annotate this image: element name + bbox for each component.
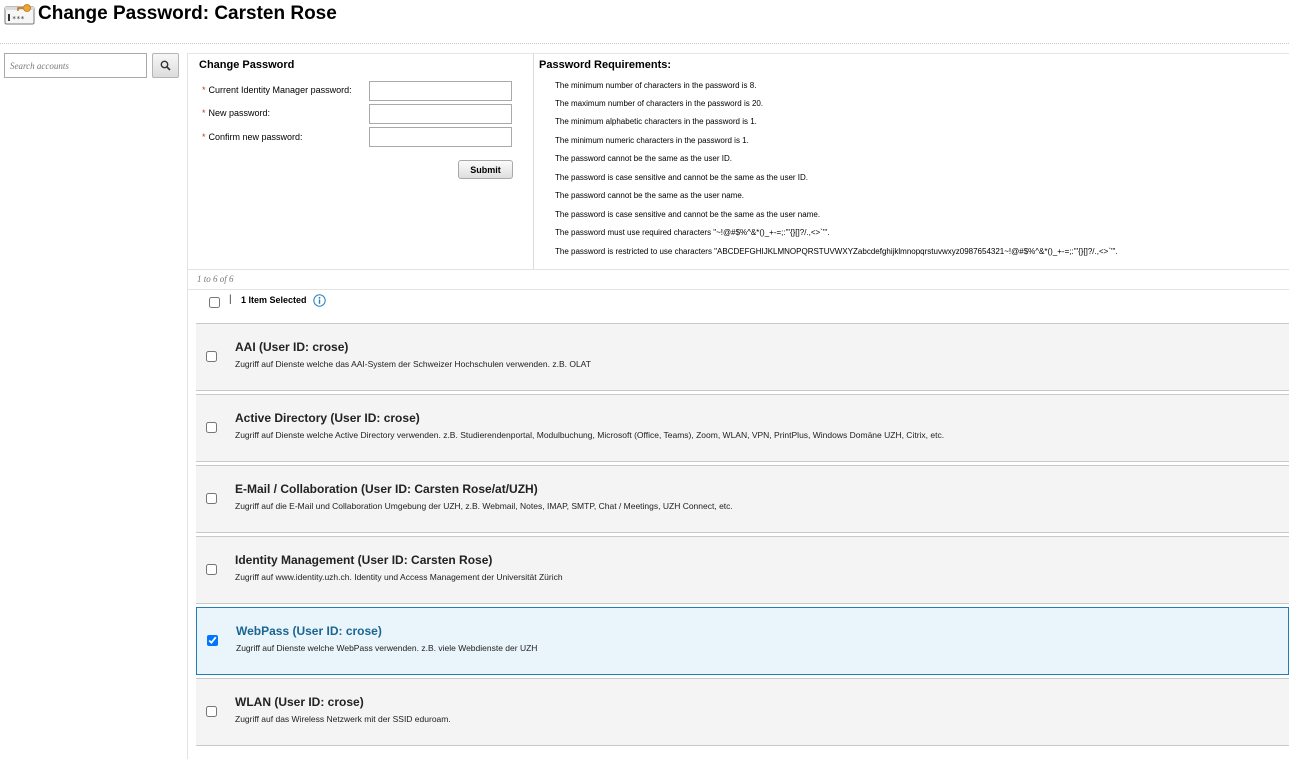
account-title: Active Directory (User ID: crose) <box>235 411 420 425</box>
account-card-wlan[interactable]: WLAN (User ID: crose) Zugriff auf das Wi… <box>196 678 1289 746</box>
magnifier-icon <box>160 60 171 71</box>
account-title: WebPass (User ID: crose) <box>236 624 382 638</box>
select-all-checkbox[interactable] <box>209 297 220 308</box>
requirement-item: The password must use required character… <box>555 228 830 237</box>
account-description: Zugriff auf Dienste welche WebPass verwe… <box>236 643 538 653</box>
new-password-label: * New password: <box>202 108 271 118</box>
account-description: Zugriff auf die E-Mail und Collaboration… <box>235 501 733 511</box>
search-input[interactable] <box>4 53 147 78</box>
account-card-identity-management[interactable]: Identity Management (User ID: Carsten Ro… <box>196 536 1289 604</box>
required-marker: * <box>202 132 206 142</box>
account-title: AAI (User ID: crose) <box>235 340 349 354</box>
account-title: E-Mail / Collaboration (User ID: Carsten… <box>235 482 538 496</box>
account-description: Zugriff auf Dienste welche Active Direct… <box>235 430 945 440</box>
account-card-active-directory[interactable]: Active Directory (User ID: crose) Zugrif… <box>196 394 1289 462</box>
account-checkbox[interactable] <box>206 351 217 362</box>
selected-count: 1 Item Selected <box>241 295 307 305</box>
svg-text:***: *** <box>12 15 25 23</box>
requirement-item: The password cannot be the same as the u… <box>555 154 732 163</box>
submit-button[interactable]: Submit <box>458 160 513 179</box>
account-checkbox[interactable] <box>206 706 217 717</box>
confirm-password-field[interactable] <box>369 127 512 147</box>
account-checkbox[interactable] <box>206 422 217 433</box>
password-key-icon: *** <box>4 4 35 25</box>
current-password-label: * Current Identity Manager password: <box>202 85 352 95</box>
new-password-field[interactable] <box>369 104 512 124</box>
account-title: WLAN (User ID: crose) <box>235 695 364 709</box>
requirement-item: The minimum alphabetic characters in the… <box>555 117 757 126</box>
account-card-email-collaboration[interactable]: E-Mail / Collaboration (User ID: Carsten… <box>196 465 1289 533</box>
account-checkbox[interactable] <box>206 564 217 575</box>
requirement-item: The password is case sensitive and canno… <box>555 173 809 182</box>
requirement-item: The password is restricted to use charac… <box>555 247 1118 256</box>
account-description: Zugriff auf Dienste welche das AAI-Syste… <box>235 359 591 369</box>
required-marker: * <box>202 85 206 95</box>
confirm-password-label: * Confirm new password: <box>202 132 303 142</box>
account-checkbox[interactable] <box>207 635 218 646</box>
account-checkbox[interactable] <box>206 493 217 504</box>
account-title: Identity Management (User ID: Carsten Ro… <box>235 553 493 567</box>
change-password-panel: Change Password * Current Identity Manage… <box>188 53 533 269</box>
results-bar: 1 to 6 of 6 <box>188 269 1289 290</box>
search-button[interactable] <box>152 53 179 78</box>
change-password-title: Change Password <box>199 59 295 71</box>
requirement-item: The minimum numeric characters in the pa… <box>555 136 749 145</box>
requirement-item: The password is case sensitive and canno… <box>555 210 821 219</box>
account-card-webpass[interactable]: WebPass (User ID: crose) Zugriff auf Die… <box>196 607 1289 675</box>
account-card-aai[interactable]: AAI (User ID: crose) Zugriff auf Dienste… <box>196 323 1289 391</box>
results-count: 1 to 6 of 6 <box>197 274 234 284</box>
selection-bar: | 1 Item Selected <box>196 291 1289 311</box>
requirements-title: Password Requirements: <box>539 59 672 71</box>
current-password-field[interactable] <box>369 81 512 101</box>
separator: | <box>229 294 232 305</box>
page-title: Change Password: Carsten Rose <box>38 3 337 24</box>
requirement-item: The minimum number of characters in the … <box>555 81 757 90</box>
account-description: Zugriff auf www.identity.uzh.ch. Identit… <box>235 572 563 582</box>
page-header: *** Change Password: Carsten Rose <box>0 0 1289 44</box>
required-marker: * <box>202 108 206 118</box>
password-requirements-panel: Password Requirements: The minimum numbe… <box>533 53 1289 269</box>
account-description: Zugriff auf das Wireless Netzwerk mit de… <box>235 714 451 724</box>
requirement-item: The password cannot be the same as the u… <box>555 191 744 200</box>
info-icon[interactable] <box>313 294 326 307</box>
requirement-item: The maximum number of characters in the … <box>555 99 764 108</box>
